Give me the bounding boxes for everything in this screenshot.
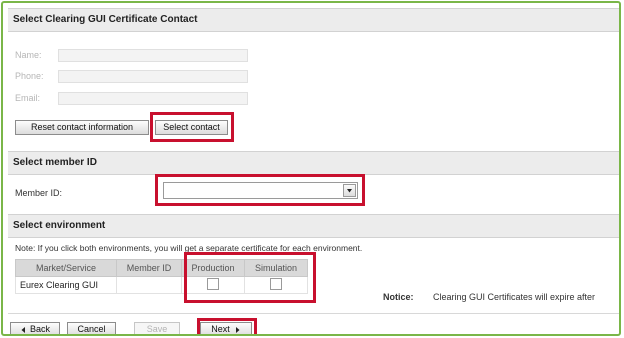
name-label: Name:: [15, 50, 42, 60]
footer-divider: [8, 313, 619, 314]
market-cell: Eurex Clearing GUI: [15, 276, 117, 294]
column-production: Production: [181, 259, 245, 277]
chevron-down-icon: [347, 189, 352, 193]
member-id-label: Member ID:: [15, 188, 63, 198]
column-market-service: Market/Service: [15, 259, 117, 277]
reset-contact-button[interactable]: Reset contact information: [15, 120, 149, 135]
arrow-right-icon: [235, 326, 240, 333]
simulation-cell: [244, 276, 308, 294]
production-checkbox[interactable]: [207, 278, 219, 290]
email-label: Email:: [15, 93, 41, 103]
member-id-cell: [116, 276, 182, 294]
member-id-select[interactable]: [163, 182, 358, 199]
phone-field[interactable]: [58, 70, 248, 83]
environment-note: Note: If you click both environments, yo…: [15, 243, 363, 253]
contact-section-title: Select Clearing GUI Certificate Contact: [8, 8, 619, 32]
certificate-wizard-panel: Select Clearing GUI Certificate Contact …: [8, 8, 619, 334]
member-section-title: Select member ID: [8, 151, 619, 175]
select-contact-button[interactable]: Select contact: [155, 120, 228, 135]
column-member-id: Member ID: [116, 259, 182, 277]
table-row: Eurex Clearing GUI: [15, 276, 308, 294]
environment-table: Market/Service Member ID Production Simu…: [15, 259, 308, 294]
column-simulation: Simulation: [244, 259, 308, 277]
back-button[interactable]: Back: [10, 322, 60, 334]
arrow-left-icon: [21, 326, 25, 333]
next-button[interactable]: Next: [200, 322, 252, 334]
cancel-button[interactable]: Cancel: [67, 322, 116, 334]
dropdown-button[interactable]: [343, 184, 356, 197]
notice-text: Clearing GUI Certificates will expire af…: [433, 292, 596, 302]
save-button[interactable]: Save: [134, 322, 180, 334]
simulation-checkbox[interactable]: [270, 278, 282, 290]
main-frame: Select Clearing GUI Certificate Contact …: [1, 1, 621, 336]
environment-section-title: Select environment: [8, 214, 619, 238]
notice-label: Notice:: [383, 292, 414, 302]
back-label: Back: [29, 324, 50, 334]
phone-label: Phone:: [15, 71, 44, 81]
next-label: Next: [211, 324, 230, 334]
name-field[interactable]: [58, 49, 248, 62]
email-field[interactable]: [58, 92, 248, 105]
production-cell: [181, 276, 245, 294]
environment-table-header: Market/Service Member ID Production Simu…: [15, 259, 308, 277]
